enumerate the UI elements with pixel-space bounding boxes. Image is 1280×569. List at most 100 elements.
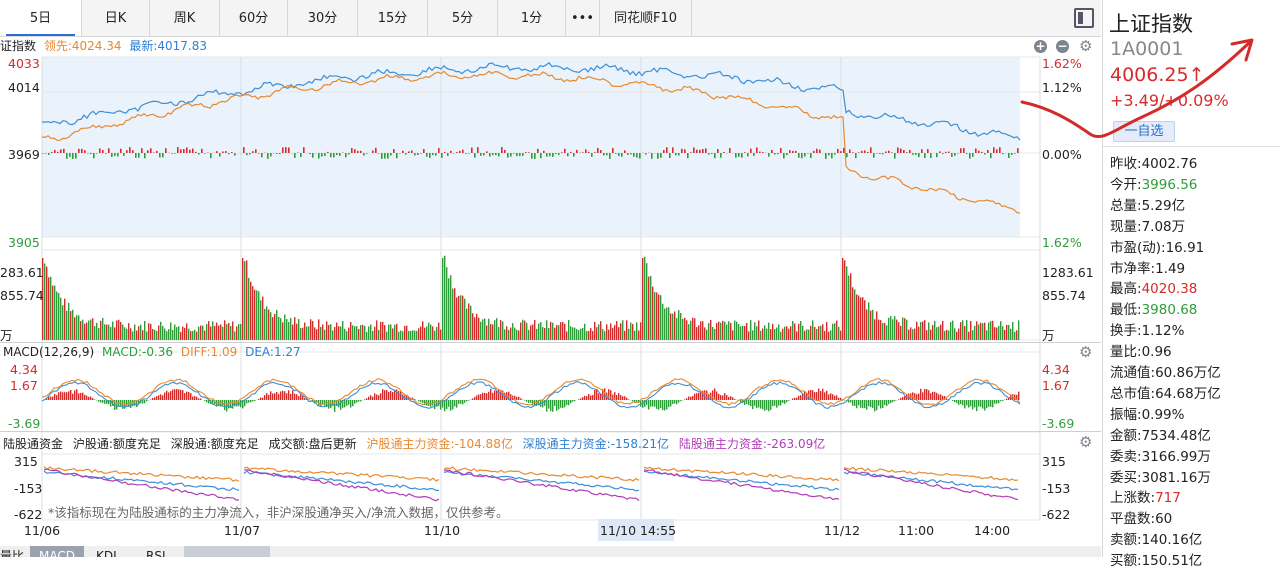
macd-bar	[116, 400, 117, 410]
volume-bar	[390, 324, 391, 340]
volume-bar	[996, 328, 997, 340]
tick-bar	[759, 152, 761, 153]
tick-bar	[195, 152, 197, 153]
tick-bar	[675, 153, 677, 155]
macd-bar	[764, 400, 765, 411]
macd-bar	[732, 397, 733, 400]
volume-bar	[716, 323, 717, 340]
tick-bar	[177, 147, 179, 153]
tick-bar	[234, 153, 236, 156]
hand-drawn-annotation	[1010, 30, 1280, 160]
tick-bar	[747, 153, 749, 156]
tick-bar	[279, 153, 281, 154]
volume-bar	[260, 300, 261, 340]
stat-label: 最低:	[1110, 302, 1142, 318]
tick-bar	[885, 152, 887, 153]
indicator-tab-rsi[interactable]: RSI	[146, 546, 166, 557]
macd-bar	[834, 396, 835, 400]
volume-bar	[88, 321, 89, 340]
tick-bar	[210, 153, 212, 158]
tick-bar	[846, 153, 848, 157]
macd-bar	[698, 393, 699, 400]
volume-bar	[512, 323, 513, 340]
macd-bar	[778, 400, 779, 406]
tick-bar	[285, 147, 287, 153]
volume-bar	[240, 324, 241, 340]
macd-settings-gear-icon[interactable]: ⚙	[1079, 345, 1093, 359]
volume-bar	[712, 327, 713, 340]
total-capital-flow: 陆股通主力资金:-263.09亿	[679, 437, 825, 451]
tick-bar	[576, 150, 578, 153]
tick-bar	[402, 151, 404, 153]
stat-row: 总量:5.29亿	[1110, 194, 1185, 214]
volume-bar	[72, 310, 73, 340]
volume-bar	[202, 326, 203, 340]
volume-axis-mid: 855.74	[0, 288, 44, 303]
macd-bar	[270, 391, 271, 400]
stat-value: 3081.16万	[1142, 470, 1211, 486]
tick-bar	[864, 150, 866, 153]
macd-bar	[520, 398, 521, 400]
stat-row: 市盈(动):16.91	[1110, 236, 1204, 256]
tick-bar	[345, 153, 347, 157]
macd-bar	[974, 400, 975, 407]
tick-bar	[774, 153, 776, 155]
volume-bar	[352, 325, 353, 340]
macd-bar	[678, 400, 679, 403]
volume-bar	[984, 323, 985, 340]
volume-bar	[572, 327, 573, 340]
tick-bar	[456, 152, 458, 153]
macd-bar	[590, 395, 591, 400]
tick-bar	[861, 151, 863, 153]
macd-bar	[752, 400, 753, 409]
sh-quota-status: 沪股通:额度充足	[73, 437, 161, 451]
volume-bar	[680, 313, 681, 340]
tick-bar	[696, 150, 698, 153]
volume-bar	[460, 295, 461, 340]
volume-bar	[344, 329, 345, 340]
tick-bar	[282, 147, 284, 153]
tick-bar	[411, 151, 413, 153]
volume-axis-max: 283.61	[0, 265, 44, 280]
volume-bar	[250, 282, 251, 340]
tick-bar	[735, 153, 737, 158]
volume-bar	[370, 325, 371, 340]
volume-bar	[534, 320, 535, 340]
tick-bar	[687, 153, 689, 158]
northbound-settings-gear-icon[interactable]: ⚙	[1079, 435, 1093, 449]
volume-bar	[604, 331, 605, 340]
macd-bar	[706, 391, 707, 400]
macd-bar	[824, 392, 825, 400]
tick-bar	[621, 153, 623, 157]
volume-bar	[510, 328, 511, 340]
volume-bar	[348, 328, 349, 340]
stat-value: 60	[1155, 511, 1172, 527]
capital-flow-line	[444, 470, 639, 501]
volume-bar	[876, 311, 877, 340]
tick-bar	[438, 148, 440, 153]
macd-bar	[658, 400, 659, 410]
macd-bar	[946, 399, 947, 400]
macd-bar	[276, 392, 277, 400]
tick-bar	[333, 153, 335, 157]
indicator-tab-bar: 量比 MACD KDJ RSI	[0, 546, 1101, 557]
volume-bar	[138, 326, 139, 340]
macd-bar	[428, 400, 429, 406]
stat-value: 5.29亿	[1142, 198, 1186, 214]
volume-bar	[272, 317, 273, 340]
tick-bar	[444, 152, 446, 153]
indicator-tab-macd[interactable]: MACD	[30, 546, 84, 557]
market-chart-canvas[interactable]	[0, 0, 1101, 557]
macd-bar	[74, 390, 75, 400]
indicator-tab-kdj[interactable]: KDJ	[96, 546, 117, 557]
volume-bar	[158, 325, 159, 340]
indicator-tab-more[interactable]	[184, 546, 270, 557]
volume-bar	[458, 296, 459, 340]
tick-bar	[966, 153, 968, 154]
indicator-tab-volratio[interactable]: 量比	[0, 546, 24, 557]
stat-value: 1.12%	[1142, 323, 1185, 339]
tick-bar	[420, 153, 422, 154]
tick-bar	[870, 147, 872, 153]
stat-value: 64.68万亿	[1155, 386, 1221, 402]
macd-bar	[278, 394, 279, 400]
